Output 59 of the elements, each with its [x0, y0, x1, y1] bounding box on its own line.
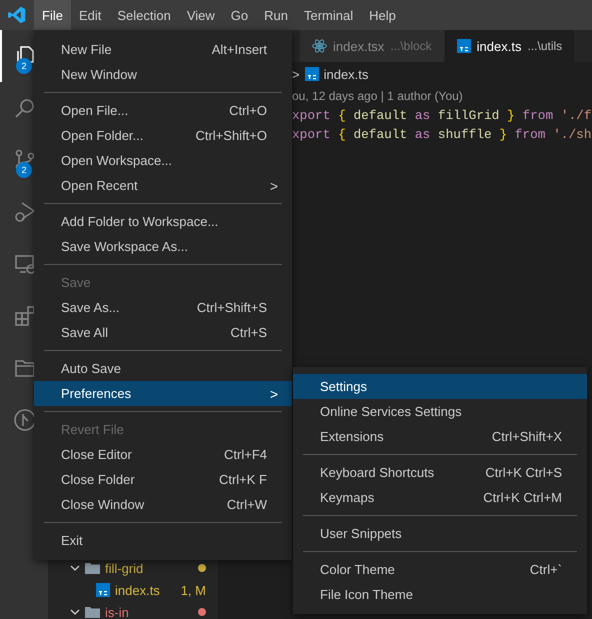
menu-item[interactable]: Open Folder... Ctrl+Shift+O	[34, 123, 292, 148]
folder-icon	[85, 562, 100, 574]
menu-item[interactable]: Add Folder to Workspace...	[34, 209, 292, 234]
folder-icon	[85, 606, 100, 618]
menu-item[interactable]: Exit	[34, 528, 292, 553]
menu-item[interactable]: Keyboard Shortcuts Ctrl+K Ctrl+S	[293, 460, 587, 485]
menu-item[interactable]: Keymaps Ctrl+K Ctrl+M	[293, 485, 587, 510]
count-badge: 2	[16, 162, 32, 178]
menu-item[interactable]: Online Services Settings	[293, 399, 587, 424]
code-line: xport { default as shuffle } from './sh	[292, 126, 592, 144]
codelens-text[interactable]: ou, 12 days ago | 1 author (You)	[292, 86, 592, 106]
menu-bar-item[interactable]: Selection	[109, 0, 179, 30]
breadcrumb-separator: >	[292, 66, 300, 82]
chevron-icon	[70, 607, 80, 617]
breadcrumb-item[interactable]: index.ts	[324, 66, 368, 82]
menu-item[interactable]: Close Editor Ctrl+F4	[34, 442, 292, 467]
tree-item[interactable]: index.ts 1, M	[48, 579, 218, 601]
tree-item[interactable]: is-in	[48, 601, 218, 619]
status-text: 1, M	[180, 582, 206, 598]
typescript-file-icon	[304, 67, 319, 81]
file-name: index.ts	[115, 582, 161, 598]
menu-item[interactable]: Close Folder Ctrl+K F	[34, 467, 292, 492]
menu-bar-item[interactable]: Terminal	[296, 0, 362, 30]
editor-tab[interactable]: index.ts ...\utils	[444, 30, 576, 62]
app-logo	[8, 6, 26, 24]
menu-bar-item[interactable]: View	[178, 0, 223, 30]
menu-item[interactable]: Extensions Ctrl+Shift+X	[293, 424, 587, 449]
graph-icon	[13, 408, 37, 432]
menu-bar-item[interactable]: File	[34, 0, 71, 30]
editor-tab[interactable]: index.tsx ...\block	[300, 30, 445, 62]
menu-item[interactable]: Open File... Ctrl+O	[34, 98, 292, 123]
file-name: fill-grid	[105, 560, 144, 576]
menu-item[interactable]: Preferences >	[34, 381, 292, 406]
menu-bar-item[interactable]: Go	[222, 0, 256, 30]
typescript-file-icon	[96, 583, 110, 597]
menu-item[interactable]: Close Window Ctrl+W	[34, 492, 292, 517]
menu-bar-item[interactable]: Run	[256, 0, 296, 30]
menu-bar-item[interactable]: Edit	[70, 0, 110, 30]
chevron-icon	[70, 563, 80, 573]
menu-item[interactable]: File Icon Theme	[293, 582, 587, 607]
extensions-icon	[13, 304, 37, 328]
menu-item[interactable]: Color Theme Ctrl+`	[293, 557, 587, 582]
code-line: xport { default as fillGrid } from './f	[292, 107, 592, 125]
monitor-icon	[13, 252, 37, 276]
menu-item[interactable]: User Snippets	[293, 521, 587, 546]
file-name: is-in	[105, 604, 130, 619]
search-icon	[13, 96, 37, 120]
menu-item[interactable]: Auto Save	[34, 356, 292, 381]
menu-bar-item[interactable]: Help	[361, 0, 404, 30]
tree-item[interactable]: fill-grid	[48, 557, 218, 579]
menu-item[interactable]: Save All Ctrl+S	[34, 320, 292, 345]
count-badge: 2	[16, 58, 32, 74]
menu-item[interactable]: Settings	[293, 374, 587, 399]
atom-icon	[312, 39, 327, 53]
menu-item[interactable]: Save As... Ctrl+Shift+S	[34, 295, 292, 320]
menu-item[interactable]: Save Workspace As...	[34, 234, 292, 259]
menu-item[interactable]: Open Workspace...	[34, 148, 292, 173]
typescript-file-icon	[456, 39, 471, 53]
menu-item[interactable]: Open Recent >	[34, 173, 292, 198]
